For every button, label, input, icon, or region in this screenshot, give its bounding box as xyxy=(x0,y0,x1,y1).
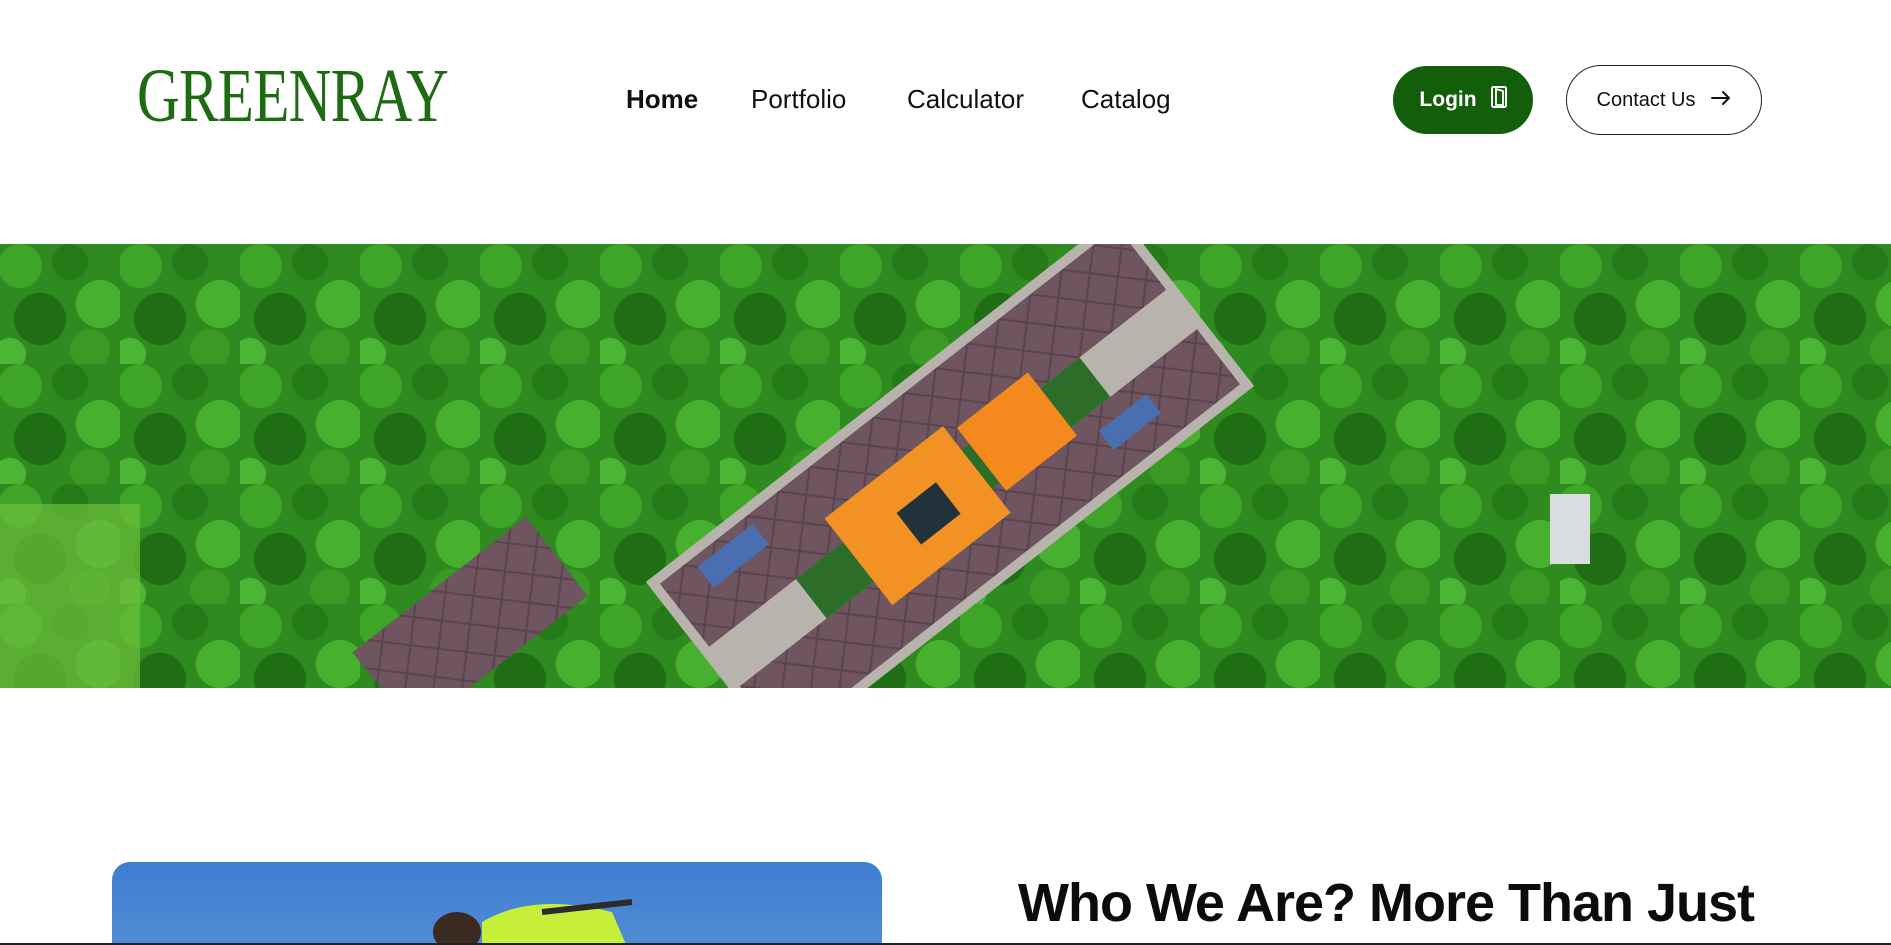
contact-label: Contact Us xyxy=(1596,88,1696,111)
site-header: GREENRAY Home Portfolio Calculator Catal… xyxy=(0,0,1891,200)
login-button[interactable]: Login xyxy=(1393,66,1533,134)
arrow-right-icon xyxy=(1711,89,1731,112)
team-photo xyxy=(112,862,882,945)
nav-home[interactable]: Home xyxy=(626,84,698,115)
login-label: Login xyxy=(1419,88,1477,111)
nav-catalog[interactable]: Catalog xyxy=(1081,84,1171,115)
door-icon xyxy=(1490,86,1507,114)
contact-us-button[interactable]: Contact Us xyxy=(1566,65,1762,135)
about-headline: Who We Are? More Than Just xyxy=(1018,873,1755,933)
hero-image xyxy=(0,244,1891,688)
nav-portfolio[interactable]: Portfolio xyxy=(751,84,846,115)
nav-calculator[interactable]: Calculator xyxy=(907,84,1024,115)
